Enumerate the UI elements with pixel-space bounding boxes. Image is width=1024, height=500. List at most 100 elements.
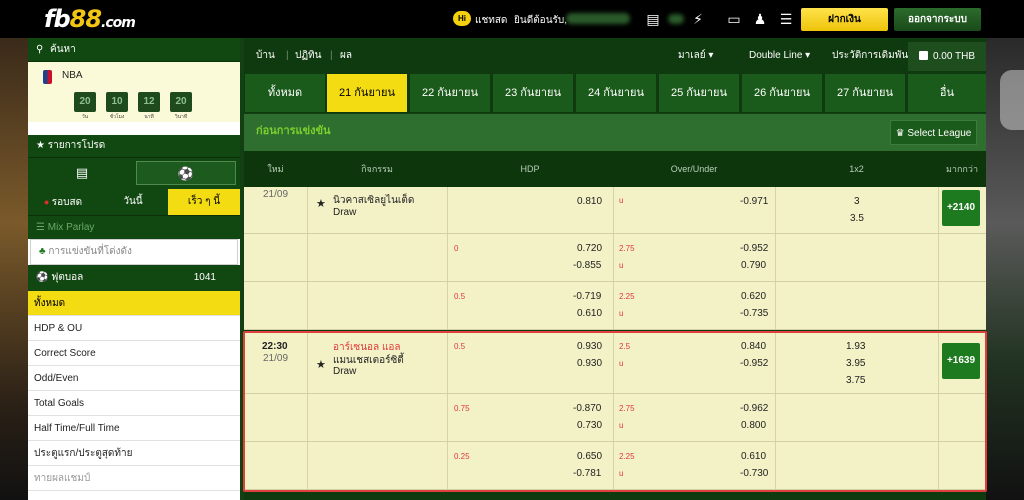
fb88-logo[interactable]: fb88.com [44,5,136,33]
odds-hdp-home[interactable]: 0.650 [577,451,602,462]
wallet-icon[interactable]: ▤ [646,10,660,28]
odds-over[interactable]: 0.840 [741,341,766,352]
odds-hdp[interactable]: 0.810 [577,196,602,207]
col-time: ใหม่ [267,164,284,174]
nba-label: NBA [62,70,83,81]
market-ht-ft[interactable]: Half Time/Full Time [28,416,240,441]
odds-hdp-away[interactable]: 0.930 [577,358,602,369]
user-icon[interactable]: ♟ [752,10,768,28]
col-more: มากกว่า [946,164,978,174]
favorites-header[interactable]: ★ รายการโปรด [28,135,240,157]
ball-view-icon[interactable]: ⚽ [136,161,236,185]
select-league-button[interactable]: ♛ Select League [890,120,977,145]
odds-over[interactable]: 0.620 [741,291,766,302]
date-tab-24[interactable]: 24 กันยายน [576,74,656,112]
market-correct-score[interactable]: Correct Score [28,341,240,366]
odds-over[interactable]: -0.962 [740,403,768,414]
balance-display[interactable]: 0.00 THB [908,42,986,71]
odds-1x2-home[interactable]: 3 [854,196,860,207]
background-ball [1000,70,1024,130]
odds-1x2-away[interactable]: 3.5 [850,213,864,224]
odds-under[interactable]: -0.952 [740,358,768,369]
sport-football[interactable]: ⚽ ฟุตบอล 1041 [28,265,240,291]
favorite-star-icon[interactable]: ★ [316,358,326,371]
chat-icon[interactable]: Hi [453,11,471,26]
deposit-button[interactable]: ฝากเงิน [801,8,888,31]
list-view-icon[interactable]: ▤ [32,161,132,185]
odds-over[interactable]: 0.610 [741,451,766,462]
odds-under[interactable]: -0.735 [740,308,768,319]
live-chat-link[interactable]: แชทสด [475,13,507,28]
date-tab-21[interactable]: 21 กันยายน [327,74,407,112]
date-tab-other[interactable]: อื่น [908,74,986,112]
odds-under[interactable]: 0.790 [741,260,766,271]
tab-today[interactable]: วันนี้ [98,189,168,215]
mix-parlay-icon: ☰ [36,222,48,233]
timer-days: 20 วัน [74,92,96,121]
hdp-line: 0 [454,244,459,253]
odds-under[interactable]: -0.730 [740,468,768,479]
nav-home[interactable]: บ้าน [256,38,275,73]
odds-hdp-away[interactable]: 0.730 [577,420,602,431]
odds-hdp-home[interactable]: 0.720 [577,243,602,254]
popular-matches-search[interactable]: ♣ การแข่งขันที่โด่งดัง [30,239,238,265]
more-markets-button[interactable]: +1639 [942,343,980,379]
tab-live[interactable]: ● รอบสด [28,189,98,215]
id-card-icon[interactable]: ▭ [722,10,746,28]
odds-hdp-home[interactable]: -0.870 [573,403,601,414]
odds-hdp-away[interactable]: -0.781 [573,468,601,479]
prematch-bar: ก่อนการแข่งขัน ♛ Select League [244,114,986,151]
market-first-last-goal[interactable]: ประตูแรก/ประตูสุดท้าย [28,441,240,466]
nav-results[interactable]: ผล [340,38,352,73]
date-tab-27[interactable]: 27 กันยายน [825,74,905,112]
top-nav: บ้าน | ปฏิทิน | ผล มาเลย์ ▾ Double Line … [244,38,986,73]
favorite-star-icon[interactable]: ★ [316,197,326,210]
market-outright[interactable]: ทายผลแชมป์ [28,466,240,491]
sidebar-search-header[interactable]: ⚲ ค้นหา [28,38,240,62]
col-event: กิจกรรม [361,164,393,174]
odds-ou[interactable]: -0.971 [740,196,768,207]
odds-over[interactable]: -0.952 [740,243,768,254]
logout-button[interactable]: ออกจากระบบ [894,8,981,31]
ou-under-label: u [619,309,624,318]
tab-upcoming[interactable]: เร็ว ๆ นี้ [168,189,240,215]
ou-line: 2.5 [619,342,631,351]
nav-calendar[interactable]: ปฏิทิน [295,38,322,73]
date-tab-22[interactable]: 22 กันยายน [410,74,490,112]
market-odd-even[interactable]: Odd/Even [28,366,240,391]
market-total-goals[interactable]: Total Goals [28,391,240,416]
odds-hdp-away[interactable]: -0.855 [573,260,601,271]
market-hdp-ou[interactable]: HDP & OU [28,316,240,341]
nav-sep-1: | [286,50,289,61]
odds-hdp-home[interactable]: -0.719 [573,291,601,302]
background-left-image [0,38,28,500]
date-tab-26[interactable]: 26 กันยายน [742,74,822,112]
sidebar-view-toggle: ▤ ⚽ [28,157,240,189]
ou-line: 2.75 [619,244,635,253]
timer-seconds: 20 วินาที [170,92,192,121]
menu-list-icon[interactable]: ☰ [778,10,794,28]
football-count: 1041 [193,272,216,283]
date-tabs: ทั้งหมด 21 กันยายน 22 กันยายน 23 กันยายน… [244,73,986,113]
match-2-line-3: 0.25 0.650 -0.781 2.25 u 0.610 -0.730 [244,442,986,490]
date-tab-23[interactable]: 23 กันยายน [493,74,573,112]
odds-hdp-away[interactable]: 0.610 [577,308,602,319]
odds-1x2-draw[interactable]: 3.75 [846,375,865,386]
odds-1x2-home[interactable]: 1.93 [846,341,865,352]
odds-1x2-away[interactable]: 3.95 [846,358,865,369]
odds-hdp-home[interactable]: 0.930 [577,341,602,352]
mix-parlay[interactable]: ☰ Mix Parlay [28,215,240,239]
line-mode-select[interactable]: Double Line ▾ [749,38,810,73]
market-all[interactable]: ทั้งหมด [28,291,240,316]
hdp-line: 0.5 [454,292,466,301]
odds-under[interactable]: 0.800 [741,420,766,431]
date-tab-25[interactable]: 25 กันยายน [659,74,739,112]
more-markets-button[interactable]: +2140 [942,190,980,226]
nba-countdown[interactable]: NBA 20 วัน 10 ชั่วโมง 12 นาที 20 วินาที [28,62,240,122]
match-2-line-2: 0.75 -0.870 0.730 2.75 u -0.962 0.800 [244,394,986,442]
odds-format-select[interactable]: มาเลย์ ▾ [678,38,713,73]
prematch-label: ก่อนการแข่งขัน [256,125,331,137]
bet-history-link[interactable]: ประวัติการเดิมพัน [832,38,908,73]
transfer-icon[interactable]: ⚡ [690,10,706,28]
date-tab-all[interactable]: ทั้งหมด [245,74,325,112]
